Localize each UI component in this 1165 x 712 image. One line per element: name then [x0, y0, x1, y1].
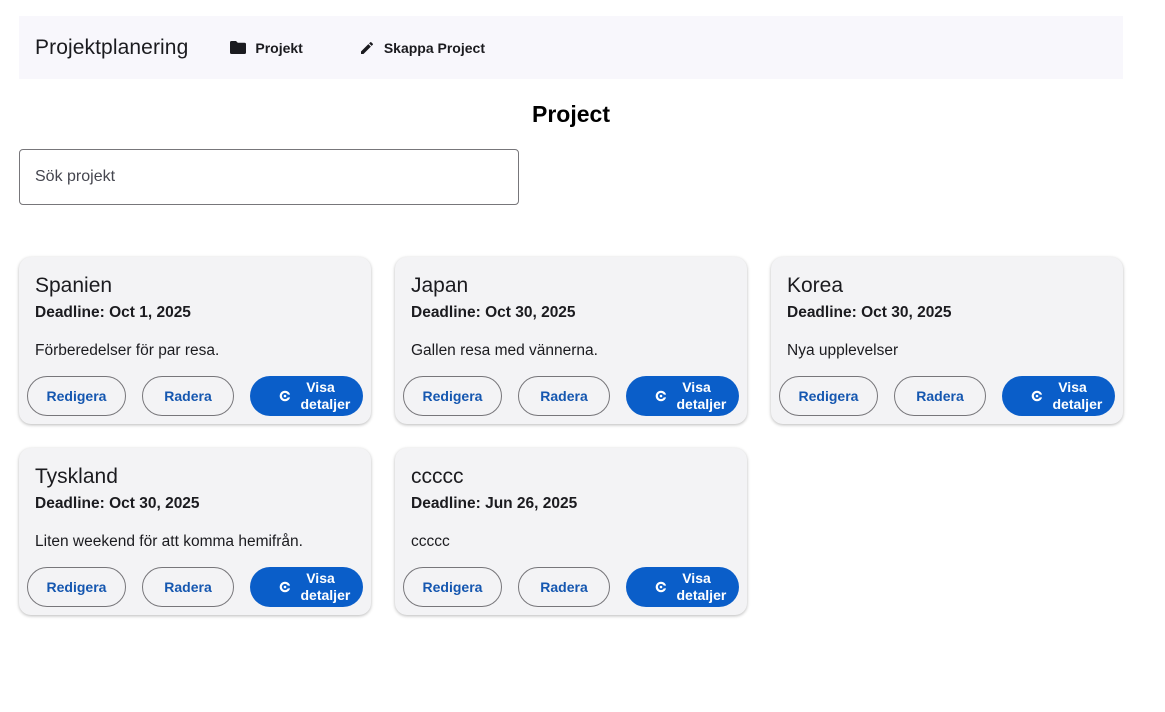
project-description: Gallen resa med vännerna.: [411, 342, 598, 359]
view-details-button[interactable]: Visa detaljer: [250, 376, 363, 416]
view-details-label: Visa detaljer: [676, 570, 727, 603]
details-icon: [655, 581, 667, 593]
nav-link-skapa-project[interactable]: Skappa Project: [359, 40, 485, 56]
project-description: Förberedelser för par resa.: [35, 342, 220, 359]
edit-button[interactable]: Redigera: [27, 376, 126, 416]
folder-icon: [230, 41, 247, 54]
view-details-button[interactable]: Visa detaljer: [626, 376, 739, 416]
edit-button[interactable]: Redigera: [403, 567, 502, 607]
details-icon: [279, 581, 291, 593]
project-name: Japan: [411, 274, 469, 297]
page-title: Project: [532, 101, 610, 127]
view-details-label: Visa detaljer: [300, 570, 351, 603]
nav-link-projekt[interactable]: Projekt: [230, 39, 303, 56]
delete-button[interactable]: Radera: [518, 567, 610, 607]
project-name: ccccc: [411, 465, 464, 488]
project-card: ccccc Deadline: Jun 26, 2025 ccccc Redig…: [395, 448, 747, 615]
delete-button[interactable]: Radera: [894, 376, 986, 416]
project-card: Japan Deadline: Oct 30, 2025 Gallen resa…: [395, 257, 747, 424]
nav-link-label: Projekt: [255, 39, 303, 56]
project-name: Tyskland: [35, 465, 118, 488]
view-details-label: Visa detaljer: [1052, 379, 1103, 412]
project-name: Spanien: [35, 274, 113, 297]
project-card: Tyskland Deadline: Oct 30, 2025 Liten we…: [19, 448, 371, 615]
edit-button[interactable]: Redigera: [403, 376, 502, 416]
view-details-button[interactable]: Visa detaljer: [1002, 376, 1115, 416]
delete-button[interactable]: Radera: [142, 567, 234, 607]
project-description: Nya upplevelser: [787, 342, 899, 359]
project-name: Korea: [787, 274, 844, 297]
view-details-label: Visa detaljer: [300, 379, 351, 412]
project-deadline: Deadline: Oct 1, 2025: [35, 304, 191, 321]
project-description: ccccc: [411, 533, 450, 550]
edit-button[interactable]: Redigera: [27, 567, 126, 607]
view-details-button[interactable]: Visa detaljer: [626, 567, 739, 607]
top-navbar: Projektplanering Projekt Skappa Project: [19, 16, 1123, 79]
details-icon: [1031, 390, 1043, 402]
project-deadline: Deadline: Jun 26, 2025: [411, 495, 578, 512]
project-card: Spanien Deadline: Oct 1, 2025 Förberedel…: [19, 257, 371, 424]
search-input[interactable]: [19, 149, 519, 205]
delete-button[interactable]: Radera: [142, 376, 234, 416]
brand-title[interactable]: Projektplanering: [35, 36, 188, 60]
pencil-icon: [360, 41, 373, 54]
project-description: Liten weekend för att komma hemifrån.: [35, 533, 303, 550]
view-details-button[interactable]: Visa detaljer: [250, 567, 363, 607]
project-deadline: Deadline: Oct 30, 2025: [35, 495, 200, 512]
project-deadline: Deadline: Oct 30, 2025: [787, 304, 952, 321]
details-icon: [655, 390, 667, 402]
details-icon: [279, 390, 291, 402]
view-details-label: Visa detaljer: [676, 379, 727, 412]
delete-button[interactable]: Radera: [518, 376, 610, 416]
nav-link-label: Skappa Project: [383, 39, 485, 56]
project-card: Korea Deadline: Oct 30, 2025 Nya uppleve…: [771, 257, 1123, 424]
project-deadline: Deadline: Oct 30, 2025: [411, 304, 576, 321]
edit-button[interactable]: Redigera: [779, 376, 878, 416]
